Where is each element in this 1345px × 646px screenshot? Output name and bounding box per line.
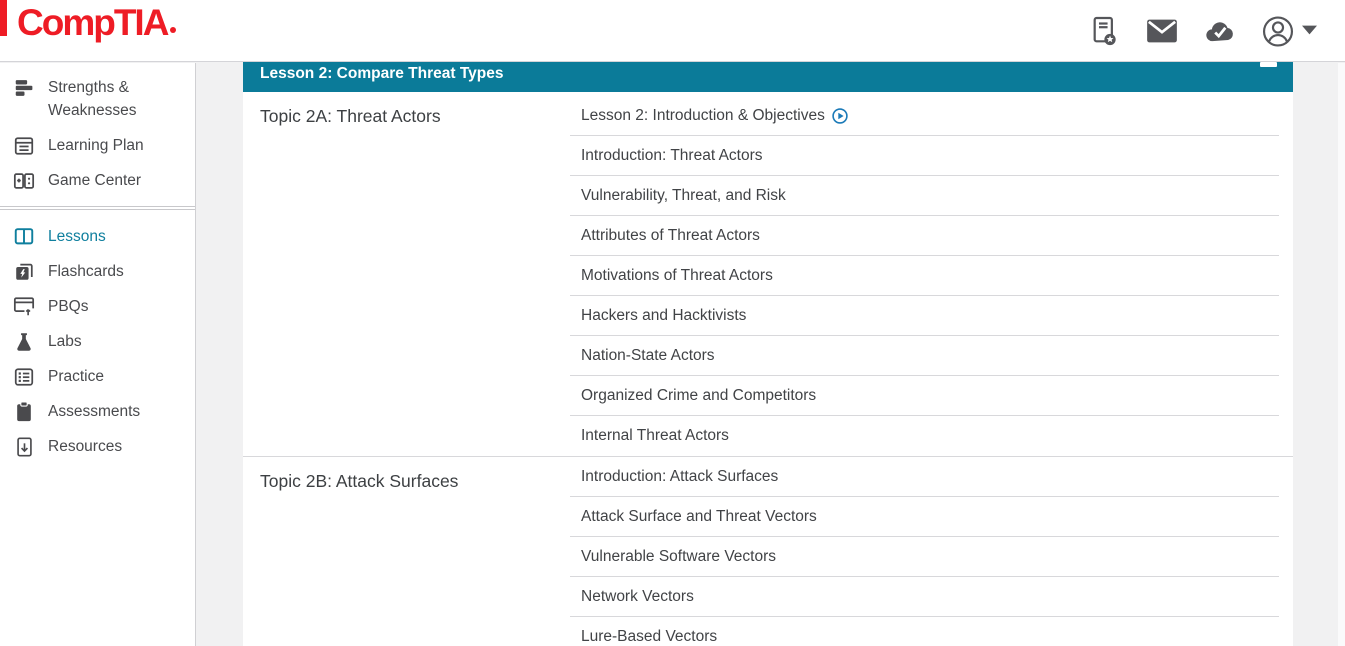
comptia-logo[interactable]: CompTIA bbox=[17, 2, 176, 44]
sidebar-item-label: Strengths & Weaknesses bbox=[48, 76, 187, 122]
account-icon bbox=[1262, 15, 1294, 47]
scrollbar-track[interactable] bbox=[1338, 63, 1345, 646]
lesson-item-row[interactable]: Motivations of Threat Actors bbox=[570, 256, 1279, 296]
account-menu[interactable] bbox=[1262, 15, 1317, 47]
flashcards-icon bbox=[13, 260, 35, 283]
lesson-header-bar[interactable]: Lesson 2: Compare Threat Types bbox=[243, 62, 1293, 92]
sidebar-item-labs[interactable]: Labs bbox=[0, 324, 195, 359]
collapse-minus-icon[interactable] bbox=[1260, 62, 1277, 67]
report-icon[interactable] bbox=[1088, 15, 1120, 47]
lesson-items-column: Introduction: Attack Surfaces Attack Sur… bbox=[570, 457, 1279, 646]
lesson-item-row[interactable]: Attack Surface and Threat Vectors bbox=[570, 497, 1279, 537]
sidebar-item-lessons[interactable]: Lessons bbox=[0, 219, 195, 254]
topic-title: Topic 2A: Threat Actors bbox=[260, 106, 570, 127]
sidebar-item-resources[interactable]: Resources bbox=[0, 429, 195, 464]
lesson-item-row[interactable]: Lure-Based Vectors bbox=[570, 617, 1279, 646]
sidebar-item-pbqs[interactable]: PBQs bbox=[0, 289, 195, 324]
sidebar-item-label: Game Center bbox=[48, 169, 141, 192]
sidebar-item-label: Flashcards bbox=[48, 260, 124, 283]
lesson-item-label: Lesson 2: Introduction & Objectives bbox=[581, 107, 825, 125]
play-icon[interactable] bbox=[832, 108, 848, 124]
topic-column: Topic 2A: Threat Actors bbox=[243, 92, 570, 456]
lesson-item-row[interactable]: Internal Threat Actors bbox=[570, 416, 1279, 456]
resources-icon bbox=[13, 435, 35, 458]
dropdown-caret-icon bbox=[1302, 22, 1317, 40]
lesson-item-label: Organized Crime and Competitors bbox=[581, 387, 816, 405]
lessons-icon bbox=[13, 225, 35, 248]
game-center-icon bbox=[13, 169, 35, 192]
lesson-item-label: Nation-State Actors bbox=[581, 347, 715, 365]
header-icon-group bbox=[1088, 0, 1317, 62]
strengths-weaknesses-icon bbox=[13, 76, 35, 99]
sidebar-item-label: Labs bbox=[48, 330, 82, 353]
sidebar-group-top: Strengths & Weaknesses Learning Plan bbox=[0, 63, 195, 207]
sidebar-item-label: Practice bbox=[48, 365, 104, 388]
lesson-item-row[interactable]: Hackers and Hacktivists bbox=[570, 296, 1279, 336]
registered-mark-icon bbox=[170, 27, 176, 33]
sidebar-item-game-center[interactable]: Game Center bbox=[0, 163, 195, 198]
lesson-item-label: Lure-Based Vectors bbox=[581, 628, 717, 646]
lesson-item-row[interactable]: Vulnerable Software Vectors bbox=[570, 537, 1279, 577]
lesson-item-row[interactable]: Organized Crime and Competitors bbox=[570, 376, 1279, 416]
sidebar-group-lessons: Lessons Flashcards PBQs bbox=[0, 209, 195, 472]
lesson-item-label: Internal Threat Actors bbox=[581, 427, 729, 445]
practice-icon bbox=[13, 365, 35, 388]
topic-section-2a: Topic 2A: Threat Actors Lesson 2: Introd… bbox=[243, 92, 1293, 456]
labs-icon bbox=[13, 330, 35, 353]
lesson-items-column: Lesson 2: Introduction & Objectives Intr… bbox=[570, 92, 1279, 456]
lesson-item-label: Vulnerability, Threat, and Risk bbox=[581, 187, 786, 205]
sidebar-item-label: Assessments bbox=[48, 400, 140, 423]
lesson-item-row[interactable]: Vulnerability, Threat, and Risk bbox=[570, 176, 1279, 216]
sidebar-item-learning-plan[interactable]: Learning Plan bbox=[0, 128, 195, 163]
brand-accent-strip bbox=[0, 0, 7, 36]
lesson-item-label: Hackers and Hacktivists bbox=[581, 307, 746, 325]
lesson-item-row[interactable]: Introduction: Threat Actors bbox=[570, 136, 1279, 176]
lesson-item-label: Attack Surface and Threat Vectors bbox=[581, 508, 817, 526]
lesson-item-label: Vulnerable Software Vectors bbox=[581, 548, 776, 566]
lesson-item-row[interactable]: Introduction: Attack Surfaces bbox=[570, 457, 1279, 497]
topic-column: Topic 2B: Attack Surfaces bbox=[243, 457, 570, 646]
lesson-panel: Lesson 2: Compare Threat Types Topic 2A:… bbox=[243, 62, 1293, 646]
lesson-item-row[interactable]: Network Vectors bbox=[570, 577, 1279, 617]
top-header: CompTIA bbox=[0, 0, 1345, 62]
lesson-item-label: Motivations of Threat Actors bbox=[581, 267, 773, 285]
sidebar-item-practice[interactable]: Practice bbox=[0, 359, 195, 394]
lesson-item-row[interactable]: Lesson 2: Introduction & Objectives bbox=[570, 96, 1279, 136]
sidebar-item-label: PBQs bbox=[48, 295, 88, 318]
sidebar-item-assessments[interactable]: Assessments bbox=[0, 394, 195, 429]
lesson-item-label: Network Vectors bbox=[581, 588, 694, 606]
cloud-sync-icon[interactable] bbox=[1204, 15, 1236, 47]
sidebar: Strengths & Weaknesses Learning Plan bbox=[0, 63, 196, 646]
lesson-item-row[interactable]: Attributes of Threat Actors bbox=[570, 216, 1279, 256]
learning-plan-icon bbox=[13, 134, 35, 157]
pbqs-icon bbox=[13, 295, 35, 318]
sidebar-item-label: Resources bbox=[48, 435, 122, 458]
topic-section-2b: Topic 2B: Attack Surfaces Introduction: … bbox=[243, 456, 1293, 646]
lesson-item-row[interactable]: Nation-State Actors bbox=[570, 336, 1279, 376]
lesson-item-label: Introduction: Attack Surfaces bbox=[581, 468, 778, 486]
sidebar-item-label: Learning Plan bbox=[48, 134, 144, 157]
assessments-icon bbox=[13, 400, 35, 423]
lesson-item-label: Attributes of Threat Actors bbox=[581, 227, 760, 245]
lesson-title: Lesson 2: Compare Threat Types bbox=[260, 65, 503, 82]
page-gutter bbox=[197, 63, 243, 646]
messages-icon[interactable] bbox=[1146, 15, 1178, 47]
topic-title: Topic 2B: Attack Surfaces bbox=[260, 471, 570, 492]
sidebar-item-label: Lessons bbox=[48, 225, 106, 248]
comptia-logo-text: CompTIA bbox=[17, 2, 167, 43]
sidebar-item-flashcards[interactable]: Flashcards bbox=[0, 254, 195, 289]
sidebar-item-strengths-weaknesses[interactable]: Strengths & Weaknesses bbox=[0, 70, 195, 128]
lesson-item-label: Introduction: Threat Actors bbox=[581, 147, 763, 165]
